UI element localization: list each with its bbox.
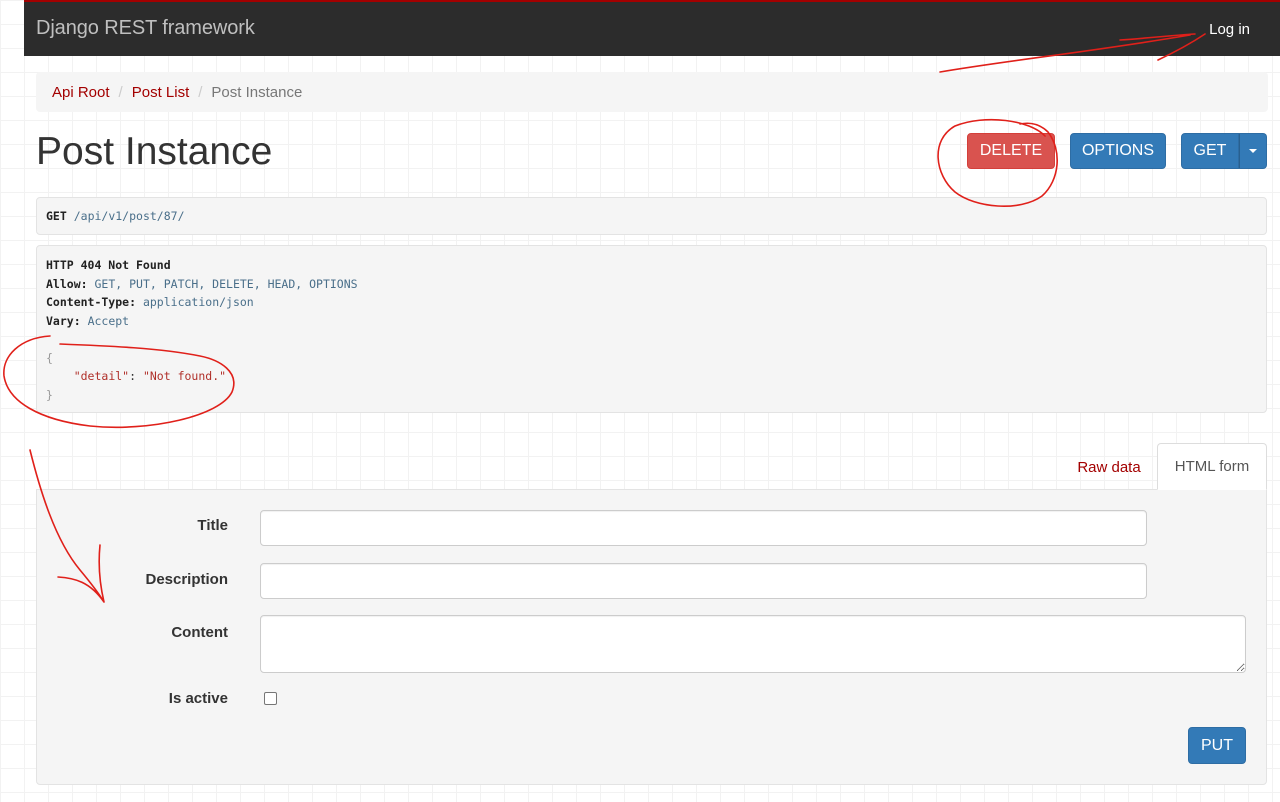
json-open-brace: { bbox=[46, 350, 53, 365]
content-type-header-key: Content-Type: bbox=[46, 295, 137, 309]
put-button[interactable]: PUT bbox=[1188, 727, 1246, 764]
title-input[interactable] bbox=[260, 510, 1147, 546]
navbar: Django REST framework Log in bbox=[24, 0, 1280, 56]
delete-button[interactable]: DELETE bbox=[967, 133, 1055, 169]
json-close-brace: } bbox=[46, 387, 53, 402]
request-path-id: 87 bbox=[163, 209, 178, 223]
allow-header-key: Allow: bbox=[46, 276, 88, 291]
allow-header-value: GET, PUT, PATCH, DELETE, HEAD, OPTIONS bbox=[94, 276, 358, 291]
caret-down-icon bbox=[1249, 149, 1257, 153]
breadcrumb-api-root[interactable]: Api Root bbox=[52, 84, 110, 101]
request-info: GET /api/v1/post/87/ bbox=[36, 197, 1267, 235]
brand-title: Django REST framework bbox=[36, 17, 255, 39]
request-path-suffix: / bbox=[177, 209, 185, 223]
tab-html-form[interactable]: HTML form bbox=[1157, 443, 1267, 490]
get-format-dropdown[interactable] bbox=[1239, 133, 1267, 169]
breadcrumb-separator: / bbox=[118, 83, 123, 101]
response-status: HTTP 404 Not Found bbox=[46, 258, 171, 272]
is-active-label: Is active bbox=[168, 690, 228, 707]
breadcrumb-separator: / bbox=[198, 83, 203, 101]
page: Django REST framework Log in Api Root / … bbox=[0, 0, 1280, 802]
tab-raw-data[interactable]: Raw data bbox=[1062, 445, 1156, 489]
breadcrumb-current: Post Instance bbox=[211, 83, 303, 101]
description-label: Description bbox=[145, 571, 228, 588]
json-key-detail: "detail" bbox=[73, 369, 130, 383]
get-button[interactable]: GET bbox=[1181, 133, 1239, 169]
login-link[interactable]: Log in bbox=[1209, 21, 1250, 38]
page-title: Post Instance bbox=[36, 130, 273, 173]
json-value-detail: "Not found." bbox=[142, 369, 227, 383]
is-active-checkbox[interactable] bbox=[264, 692, 277, 705]
json-colon: : bbox=[129, 369, 143, 383]
options-button[interactable]: OPTIONS bbox=[1070, 133, 1166, 169]
vary-header-key: Vary: bbox=[46, 313, 81, 328]
breadcrumb-post-list[interactable]: Post List bbox=[132, 84, 190, 101]
content-label: Content bbox=[171, 624, 228, 641]
response-info: HTTP 404 Not Found Allow: GET, PUT, PATC… bbox=[36, 245, 1267, 413]
description-input[interactable] bbox=[260, 563, 1147, 599]
content-textarea[interactable] bbox=[260, 615, 1246, 673]
request-path-prefix: /api/v1/post/ bbox=[73, 209, 164, 223]
breadcrumb: Api Root / Post List / Post Instance bbox=[36, 72, 1268, 112]
vary-header-value: Accept bbox=[87, 313, 130, 328]
title-label: Title bbox=[197, 517, 228, 534]
request-method: GET bbox=[46, 209, 67, 223]
content-type-header-value: application/json bbox=[142, 295, 254, 309]
